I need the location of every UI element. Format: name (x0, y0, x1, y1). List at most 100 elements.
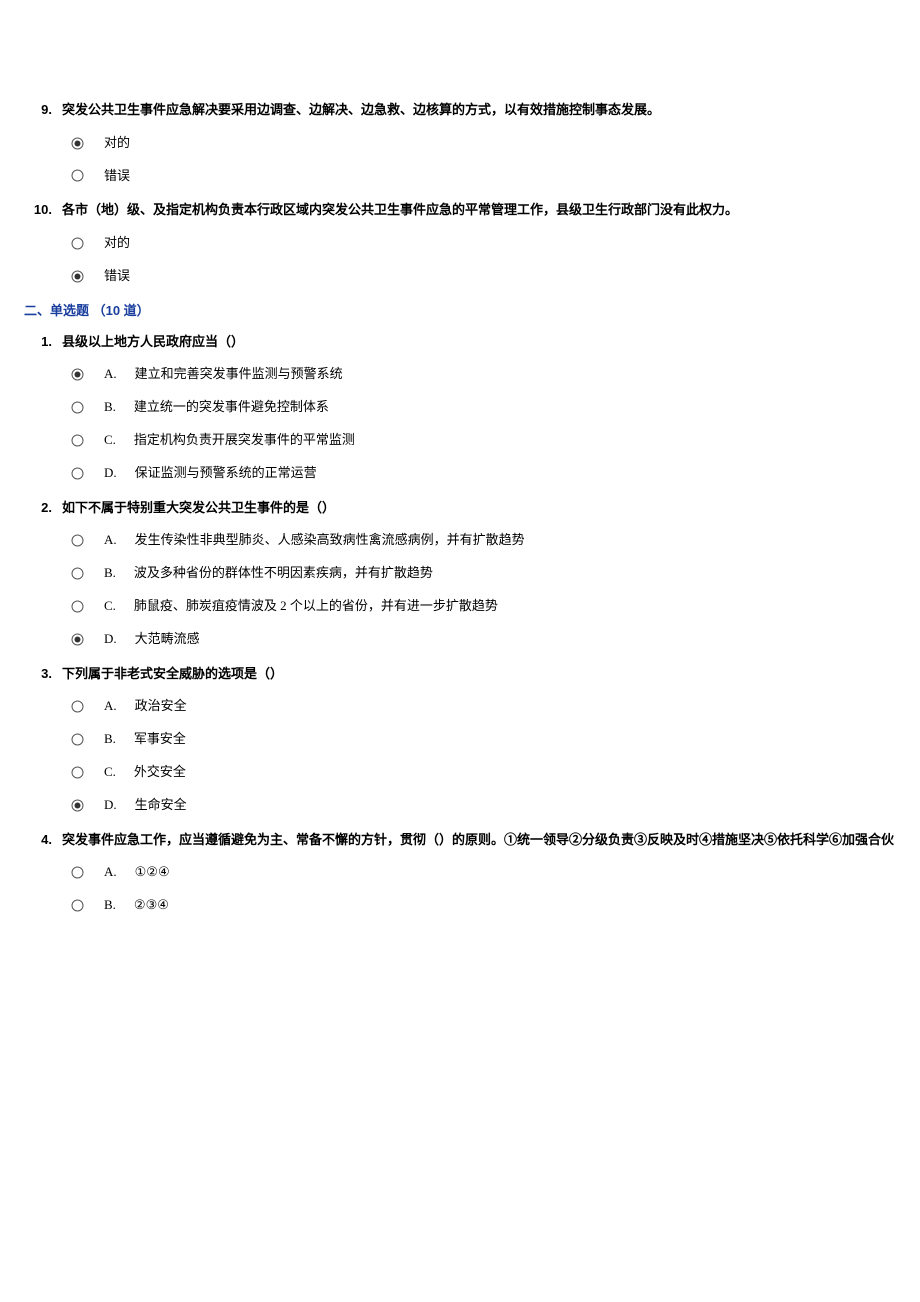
option-b[interactable]: B. 军事安全 (70, 729, 900, 750)
option-label-wrap: B. 军事安全 (104, 729, 186, 750)
option-c[interactable]: C. 指定机构负责开展突发事件的平常监测 (70, 430, 900, 451)
option-label-wrap: A. 建立和完善突发事件监测与预警系统 (104, 364, 343, 385)
question-row: 9. 突发公共卫生事件应急解决要采用边调查、边解决、边急救、边核算的方式，以有效… (20, 100, 900, 121)
radio-unselected-icon[interactable] (70, 401, 84, 415)
question-number: 4. (20, 830, 52, 851)
radio-selected-icon[interactable] (70, 632, 84, 646)
radio-selected-icon[interactable] (70, 269, 84, 283)
option-text: 建立统一的突发事件避免控制体系 (134, 397, 329, 418)
option-text: 军事安全 (134, 729, 186, 750)
option-b[interactable]: B. ②③④ (70, 895, 900, 916)
option-c[interactable]: C. 肺鼠疫、肺炭疽疫情波及 2 个以上的省份，并有进一步扩散趋势 (70, 596, 900, 617)
question-10: 10. 各市（地）级、及指定机构负责本行政区域内突发公共卫生事件应急的平常管理工… (20, 200, 900, 286)
radio-unselected-icon[interactable] (70, 237, 84, 251)
question-text: 各市（地）级、及指定机构负责本行政区域内突发公共卫生事件应急的平常管理工作，县级… (62, 200, 738, 221)
option-c[interactable]: C. 外交安全 (70, 762, 900, 783)
option-letter: D. (104, 463, 117, 484)
option-label: 对的 (104, 233, 130, 254)
radio-unselected-icon[interactable] (70, 899, 84, 913)
option-text: ①②④ (135, 862, 170, 883)
option-label-wrap: D. 保证监测与预警系统的正常运营 (104, 463, 317, 484)
section-title: 二、单选题 （10 道） (24, 301, 900, 322)
mc-question-1: 1. 县级以上地方人民政府应当（） A. 建立和完善突发事件监测与预警系统 B.… (20, 332, 900, 484)
radio-unselected-icon[interactable] (70, 534, 84, 548)
option-a[interactable]: A. ①②④ (70, 862, 900, 883)
question-text: 突发公共卫生事件应急解决要采用边调查、边解决、边急救、边核算的方式，以有效措施控… (62, 100, 660, 121)
question-text: 突发事件应急工作，应当遵循避免为主、常备不懈的方针，贯彻（）的原则。①统一领导②… (62, 830, 894, 851)
option-a[interactable]: A. 发生传染性非典型肺炎、人感染高致病性禽流感病例，并有扩散趋势 (70, 530, 900, 551)
radio-selected-icon[interactable] (70, 136, 84, 150)
option-d[interactable]: D. 大范畴流感 (70, 629, 900, 650)
radio-unselected-icon[interactable] (70, 700, 84, 714)
option-label-wrap: B. ②③④ (104, 895, 169, 916)
radio-unselected-icon[interactable] (70, 433, 84, 447)
option-false[interactable]: 错误 (70, 266, 900, 287)
option-letter: A. (104, 696, 117, 717)
option-label-wrap: D. 大范畴流感 (104, 629, 200, 650)
radio-unselected-icon[interactable] (70, 765, 84, 779)
option-text: ②③④ (134, 895, 169, 916)
option-letter: C. (104, 596, 116, 617)
radio-selected-icon[interactable] (70, 798, 84, 812)
option-d[interactable]: D. 生命安全 (70, 795, 900, 816)
option-text: 指定机构负责开展突发事件的平常监测 (134, 430, 355, 451)
option-label: 对的 (104, 133, 130, 154)
question-number: 10. (20, 200, 52, 221)
option-label: 错误 (104, 166, 130, 187)
option-label-wrap: C. 肺鼠疫、肺炭疽疫情波及 2 个以上的省份，并有进一步扩散趋势 (104, 596, 498, 617)
question-row: 3. 下列属于非老式安全威胁的选项是（） (20, 664, 900, 685)
question-row: 4. 突发事件应急工作，应当遵循避免为主、常备不懈的方针，贯彻（）的原则。①统一… (20, 830, 900, 851)
option-a[interactable]: A. 建立和完善突发事件监测与预警系统 (70, 364, 900, 385)
option-letter: B. (104, 397, 116, 418)
question-number: 1. (20, 332, 52, 353)
question-number: 9. (20, 100, 52, 121)
radio-selected-icon[interactable] (70, 368, 84, 382)
option-letter: D. (104, 629, 117, 650)
option-letter: B. (104, 895, 116, 916)
question-row: 1. 县级以上地方人民政府应当（） (20, 332, 900, 353)
option-a[interactable]: A. 政治安全 (70, 696, 900, 717)
option-label-wrap: B. 波及多种省份的群体性不明因素疾病，并有扩散趋势 (104, 563, 433, 584)
option-letter: A. (104, 530, 117, 551)
mc-question-4: 4. 突发事件应急工作，应当遵循避免为主、常备不懈的方针，贯彻（）的原则。①统一… (20, 830, 900, 916)
radio-unselected-icon[interactable] (70, 169, 84, 183)
option-label-wrap: B. 建立统一的突发事件避免控制体系 (104, 397, 329, 418)
option-label-wrap: C. 外交安全 (104, 762, 186, 783)
question-text: 如下不属于特别重大突发公共卫生事件的是（） (62, 498, 335, 519)
option-letter: D. (104, 795, 117, 816)
radio-unselected-icon[interactable] (70, 733, 84, 747)
option-letter: B. (104, 563, 116, 584)
option-text: 保证监测与预警系统的正常运营 (135, 463, 317, 484)
question-number: 2. (20, 498, 52, 519)
option-label-wrap: D. 生命安全 (104, 795, 187, 816)
mc-question-3: 3. 下列属于非老式安全威胁的选项是（） A. 政治安全 B. 军事安全 C. … (20, 664, 900, 816)
option-label-wrap: A. 政治安全 (104, 696, 187, 717)
mc-question-2: 2. 如下不属于特别重大突发公共卫生事件的是（） A. 发生传染性非典型肺炎、人… (20, 498, 900, 650)
option-d[interactable]: D. 保证监测与预警系统的正常运营 (70, 463, 900, 484)
option-label: 错误 (104, 266, 130, 287)
question-number: 3. (20, 664, 52, 685)
option-text: 生命安全 (135, 795, 187, 816)
option-text: 大范畴流感 (135, 629, 200, 650)
option-label-wrap: C. 指定机构负责开展突发事件的平常监测 (104, 430, 355, 451)
question-text: 下列属于非老式安全威胁的选项是（） (62, 664, 283, 685)
option-letter: C. (104, 430, 116, 451)
radio-unselected-icon[interactable] (70, 567, 84, 581)
radio-unselected-icon[interactable] (70, 599, 84, 613)
option-letter: C. (104, 762, 116, 783)
question-9: 9. 突发公共卫生事件应急解决要采用边调查、边解决、边急救、边核算的方式，以有效… (20, 100, 900, 186)
question-row: 2. 如下不属于特别重大突发公共卫生事件的是（） (20, 498, 900, 519)
question-row: 10. 各市（地）级、及指定机构负责本行政区域内突发公共卫生事件应急的平常管理工… (20, 200, 900, 221)
option-true[interactable]: 对的 (70, 133, 900, 154)
radio-unselected-icon[interactable] (70, 866, 84, 880)
option-b[interactable]: B. 波及多种省份的群体性不明因素疾病，并有扩散趋势 (70, 563, 900, 584)
option-letter: A. (104, 862, 117, 883)
option-text: 政治安全 (135, 696, 187, 717)
option-b[interactable]: B. 建立统一的突发事件避免控制体系 (70, 397, 900, 418)
option-text: 外交安全 (134, 762, 186, 783)
radio-unselected-icon[interactable] (70, 466, 84, 480)
option-true[interactable]: 对的 (70, 233, 900, 254)
option-label-wrap: A. ①②④ (104, 862, 170, 883)
option-text: 肺鼠疫、肺炭疽疫情波及 2 个以上的省份，并有进一步扩散趋势 (134, 596, 498, 617)
option-false[interactable]: 错误 (70, 166, 900, 187)
